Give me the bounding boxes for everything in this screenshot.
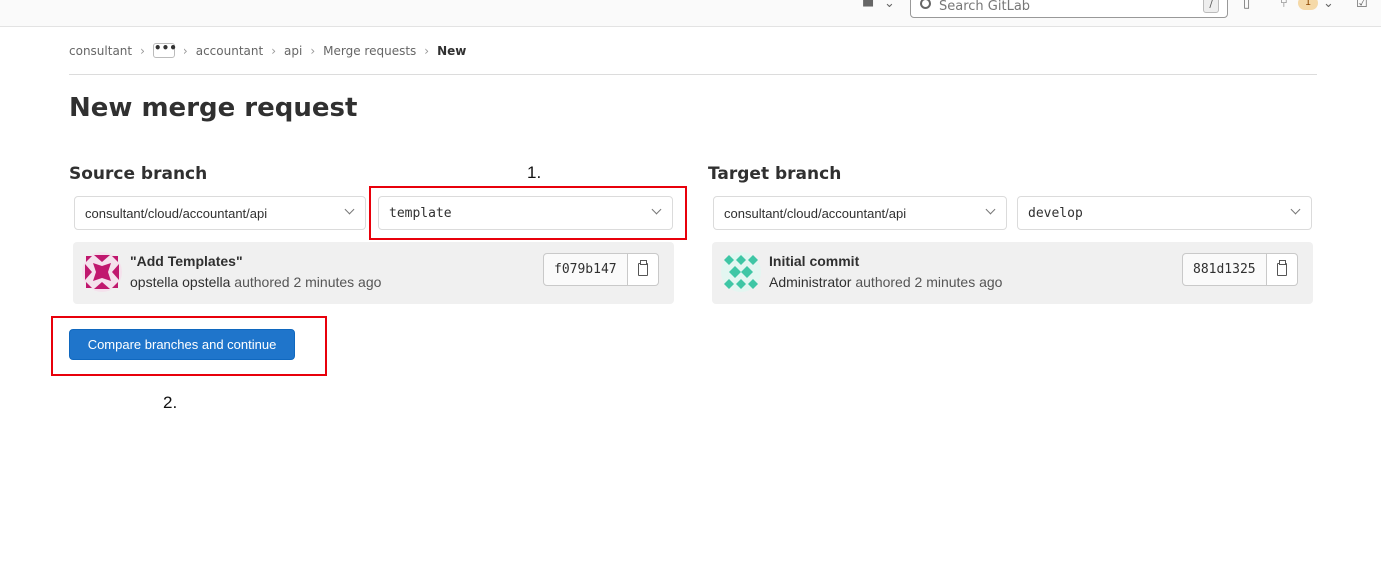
source-commit-time: authored 2 minutes ago [234,274,382,290]
source-author-avatar[interactable] [82,252,122,292]
target-commit-card: Initial commit Administrator authored 2 … [712,242,1313,304]
breadcrumb-more-button[interactable]: ••• [152,42,177,58]
chevron-down-icon[interactable]: ⌄ [884,0,895,11]
target-commit-sha[interactable]: 881d1325 [1182,253,1267,286]
todo-icon[interactable]: ☑ [1356,0,1368,11]
breadcrumb-item-merge-requests[interactable]: Merge requests [323,44,416,58]
target-commit-author[interactable]: Administrator [769,274,851,290]
source-commit-meta: opstella opstella authored 2 minutes ago [130,274,381,290]
breadcrumb-divider [69,74,1317,75]
target-commit-time: authored 2 minutes ago [855,274,1003,290]
search-shortcut-key: / [1203,0,1219,13]
copy-sha-button[interactable] [1266,253,1298,286]
search-placeholder: Search GitLab [939,0,1031,14]
target-commit-sha-group: 881d1325 [1182,253,1298,286]
create-new-icon[interactable]: ■ [862,0,874,9]
search-input[interactable]: Search GitLab / [910,0,1228,18]
annotation-box-step-2 [51,316,327,376]
target-project-value: consultant/cloud/accountant/api [724,206,907,221]
clipboard-icon [637,260,648,276]
source-commit-card: "Add Templates" opstella opstella author… [73,242,674,304]
breadcrumb-current: New [437,43,467,58]
copy-sha-button[interactable] [627,253,659,286]
target-author-avatar[interactable] [721,252,761,292]
merge-request-count-badge: 1 [1298,0,1318,10]
annotation-label-step-1: 1. [527,163,542,182]
annotation-box-step-1 [369,186,687,240]
breadcrumb-item-accountant[interactable]: accountant [196,44,263,58]
issues-icon[interactable]: ▯ [1243,0,1250,11]
merge-requests-icon[interactable]: ⑂ [1280,0,1288,11]
breadcrumb-separator-icon: › [271,43,277,58]
source-commit-author[interactable]: opstella opstella [130,274,230,290]
target-branch-dropdown[interactable]: develop [1017,196,1312,230]
breadcrumb: consultant › ••• › accountant › api › Me… [69,42,467,58]
source-branch-heading: Source branch [69,164,208,184]
source-commit-sha[interactable]: f079b147 [543,253,628,286]
search-icon [920,0,931,9]
source-project-dropdown[interactable]: consultant/cloud/accountant/api [74,196,366,230]
clipboard-icon [1276,260,1287,276]
breadcrumb-separator-icon: › [310,43,316,58]
chevron-down-icon[interactable]: ⌄ [1323,0,1334,11]
breadcrumb-item-api[interactable]: api [284,44,302,58]
breadcrumb-item-consultant[interactable]: consultant [69,44,132,58]
chevron-down-icon [1290,204,1301,215]
target-branch-heading: Target branch [708,164,842,184]
page-title: New merge request [69,93,358,123]
source-commit-title[interactable]: "Add Templates" [130,253,243,269]
target-commit-title[interactable]: Initial commit [769,253,859,269]
source-commit-sha-group: f079b147 [543,253,659,286]
target-project-dropdown[interactable]: consultant/cloud/accountant/api [713,196,1007,230]
top-navbar: ■ ⌄ Search GitLab / ▯ ⑂ 1 ⌄ ☑ [0,0,1381,27]
source-project-value: consultant/cloud/accountant/api [85,206,268,221]
target-branch-value: develop [1028,206,1083,221]
annotation-label-step-2: 2. [163,393,178,412]
chevron-down-icon [985,204,996,215]
breadcrumb-separator-icon: › [424,43,430,58]
chevron-down-icon [344,204,355,215]
target-commit-meta: Administrator authored 2 minutes ago [769,274,1002,290]
breadcrumb-separator-icon: › [140,43,145,58]
breadcrumb-separator-icon: › [182,43,188,58]
